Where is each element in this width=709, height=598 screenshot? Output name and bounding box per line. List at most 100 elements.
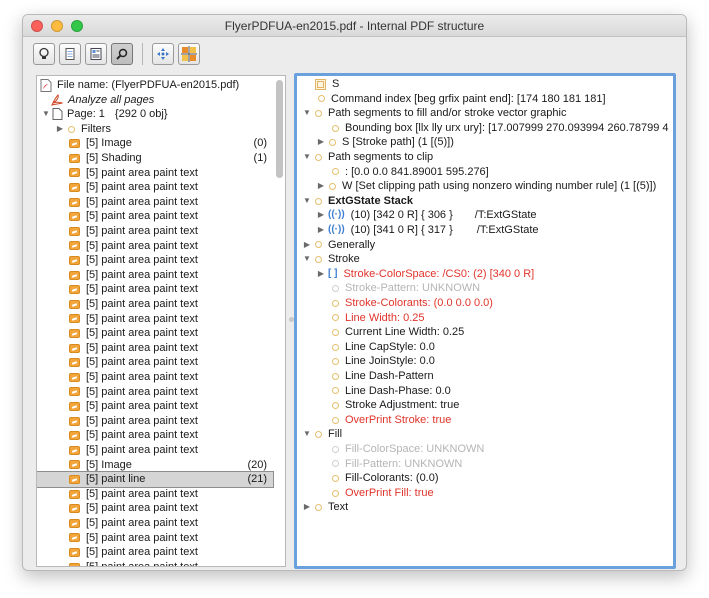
tree-item-row[interactable]: [5] paint area paint text — [37, 428, 273, 443]
expand-icon[interactable]: ▶ — [302, 238, 312, 253]
detail-stroke-pattern-row[interactable]: Stroke-Pattern: UNKNOWN — [329, 281, 480, 296]
collapse-icon[interactable]: ▼ — [41, 107, 51, 122]
tree-item-row[interactable]: [5] paint area paint text — [37, 545, 273, 560]
grid-color-button[interactable] — [178, 43, 200, 65]
detail-stroke-adjustment-row[interactable]: Stroke Adjustment: true — [329, 398, 459, 413]
tree-item-row[interactable]: [5] paint area paint text — [37, 209, 273, 224]
tree-item-row[interactable]: [5] Image (0) — [37, 136, 273, 151]
collapse-icon[interactable]: ▼ — [302, 150, 312, 165]
detail-clip-values-row[interactable]: : [0.0 0.0 841.89001 595.276] — [329, 165, 489, 180]
expand-icon[interactable]: ▶ — [316, 179, 326, 194]
tree-item-row[interactable]: [5] paint area paint text — [37, 297, 273, 312]
tree-item-row[interactable]: [5] paint area paint text — [37, 166, 273, 181]
tree-page-row[interactable]: ▼ Page: 1 {292 0 obj} — [37, 107, 273, 122]
detail-s-stroke-row[interactable]: ▶ S [Stroke path] (1 [(5)]) — [316, 135, 454, 150]
detail-ext1-row[interactable]: ▶ ((·)) (10) [342 0 R] { 306 } /T:ExtGSt… — [316, 208, 537, 223]
page-button[interactable] — [59, 43, 81, 65]
right-detail-panel[interactable]: S Command index [beg grfix paint end]: [… — [294, 73, 676, 569]
circle-node-icon — [332, 328, 339, 336]
detail-line-capstyle-row[interactable]: Line CapStyle: 0.0 — [329, 340, 435, 355]
detail-path-fill-row[interactable]: ▼ Path segments to fill and/or stroke ve… — [302, 106, 566, 121]
tree-item-row[interactable]: [5] paint area paint text — [37, 312, 273, 327]
detail-ext2-row[interactable]: ▶ ((·)) (10) [341 0 R] { 317 } /T:ExtGSt… — [316, 223, 539, 238]
tree-item-row[interactable]: [5] paint area paint text — [37, 531, 273, 546]
tree-item-row[interactable]: [5] paint area paint text — [37, 560, 273, 566]
tree-item-row[interactable]: [5] paint area paint text — [37, 501, 273, 516]
acrobat-icon — [51, 94, 63, 106]
filters-label: Filters — [81, 122, 111, 135]
document-outline-button[interactable] — [85, 43, 107, 65]
tree-item-label: [5] paint area paint text — [86, 487, 198, 500]
detail-stroke-colorspace-row[interactable]: ▶ [ ] Stroke-ColorSpace: /CS0: (2) [340 … — [316, 267, 534, 282]
detail-current-line-width-row[interactable]: Current Line Width: 0.25 — [329, 325, 464, 340]
tree-item-row[interactable]: [5] paint area paint text — [37, 399, 273, 414]
expand-icon[interactable]: ▶ — [316, 267, 326, 282]
tree-item-row[interactable]: [5] paint area paint text — [37, 385, 273, 400]
circle-node-icon — [68, 125, 75, 133]
detail-s-row[interactable]: S — [315, 77, 339, 92]
expand-icon[interactable]: ▶ — [55, 122, 65, 137]
paint-pen-icon — [69, 533, 80, 543]
detail-overprint-fill-row[interactable]: OverPrint Fill: true — [329, 486, 434, 501]
detail-line-joinstyle-row[interactable]: Line JoinStyle: 0.0 — [329, 354, 435, 369]
collapse-icon[interactable]: ▼ — [302, 106, 312, 121]
tree-item-row[interactable]: [5] paint area paint text — [37, 443, 273, 458]
page-label: Page: 1 — [67, 108, 105, 121]
expand-icon[interactable]: ▶ — [316, 223, 326, 238]
detail-line-dash-pattern-row[interactable]: Line Dash-Pattern — [329, 369, 434, 384]
detail-fill-colorants-row[interactable]: Fill-Colorants: (0.0) — [329, 471, 439, 486]
analyze-all-pages-link[interactable]: Analyze all pages — [68, 93, 154, 108]
tree-item-row[interactable]: [5] paint area paint text — [37, 516, 273, 531]
tree-item-row[interactable]: [5] Shading (1) — [37, 151, 273, 166]
paint-pen-icon — [69, 241, 80, 251]
tree-item-row[interactable]: [5] paint area paint text — [37, 355, 273, 370]
tree-item-row[interactable]: [5] paint area paint text — [37, 341, 273, 356]
tree-analyze-row[interactable]: Analyze all pages — [37, 93, 273, 108]
detail-w-clip-row[interactable]: ▶ W [Set clipping path using nonzero win… — [316, 179, 656, 194]
detail-stroke-row[interactable]: ▼ Stroke — [302, 252, 360, 267]
tree-item-row[interactable]: [5] paint area paint text — [37, 224, 273, 239]
tree-item-row[interactable]: [5] paint area paint text — [37, 195, 273, 210]
detail-text-row[interactable]: ▶ Text — [302, 500, 348, 515]
tree-file-row[interactable]: File name: (FlyerPDFUA-en2015.pdf) — [37, 78, 273, 93]
move-arrows-button[interactable] — [152, 43, 174, 65]
detail-fill-row[interactable]: ▼ Fill — [302, 427, 342, 442]
expand-icon[interactable]: ▶ — [316, 208, 326, 223]
paint-pen-icon — [69, 255, 80, 265]
vertical-scrollbar[interactable] — [275, 78, 284, 566]
detail-generally-row[interactable]: ▶ Generally — [302, 238, 375, 253]
detail-bounding-box-row[interactable]: Bounding box [llx lly urx ury]: [17.0079… — [329, 121, 669, 136]
tree-item-row[interactable]: [5] paint area paint text — [37, 282, 273, 297]
tree-item-row[interactable]: [5] paint area paint text — [37, 268, 273, 283]
collapse-icon[interactable]: ▼ — [302, 252, 312, 267]
collapse-icon[interactable]: ▼ — [302, 194, 312, 209]
detail-fill-pattern-row[interactable]: Fill-Pattern: UNKNOWN — [329, 457, 462, 472]
tree-item-row[interactable]: [5] paint area paint text — [37, 253, 273, 268]
left-tree-panel[interactable]: File name: (FlyerPDFUA-en2015.pdf) Analy… — [36, 75, 286, 567]
scrollbar-thumb[interactable] — [276, 80, 283, 178]
tree-filters-row[interactable]: ▶ Filters — [37, 122, 273, 137]
detail-stroke-colorants-row[interactable]: Stroke-Colorants: (0.0 0.0 0.0) — [329, 296, 493, 311]
tree-item-row[interactable]: [5] paint area paint text — [37, 326, 273, 341]
tree-item-row[interactable]: [5] paint area paint text — [37, 487, 273, 502]
tree-item-row[interactable]: [5] paint line (21) — [37, 471, 274, 488]
expand-icon[interactable]: ▶ — [302, 500, 312, 515]
detail-fill-colorspace-row[interactable]: Fill-ColorSpace: UNKNOWN — [329, 442, 484, 457]
expand-icon[interactable]: ▶ — [316, 135, 326, 150]
lightbulb-button[interactable] — [33, 43, 55, 65]
detail-overprint-stroke-row[interactable]: OverPrint Stroke: true — [329, 413, 451, 428]
detail-line-width-row[interactable]: Line Width: 0.25 — [329, 311, 425, 326]
tree-item-row[interactable]: [5] paint area paint text — [37, 414, 273, 429]
collapse-icon[interactable]: ▼ — [302, 427, 312, 442]
search-button[interactable] — [111, 43, 133, 65]
detail-path-clip-row[interactable]: ▼ Path segments to clip — [302, 150, 433, 165]
tree-item-row[interactable]: [5] paint area paint text — [37, 239, 273, 254]
tree-item-row[interactable]: [5] paint area paint text — [37, 370, 273, 385]
detail-command-index-row[interactable]: Command index [beg grfix paint end]: [17… — [315, 92, 606, 107]
detail-line-dash-phase-row[interactable]: Line Dash-Phase: 0.0 — [329, 384, 451, 399]
circle-node-icon — [332, 285, 339, 293]
tree-item-label: [5] Image — [86, 137, 132, 150]
tree-item-row[interactable]: [5] paint area paint text — [37, 180, 273, 195]
detail-extgstate-row[interactable]: ▼ ExtGState Stack — [302, 194, 413, 209]
tree-item-row[interactable]: [5] Image (20) — [37, 458, 273, 473]
